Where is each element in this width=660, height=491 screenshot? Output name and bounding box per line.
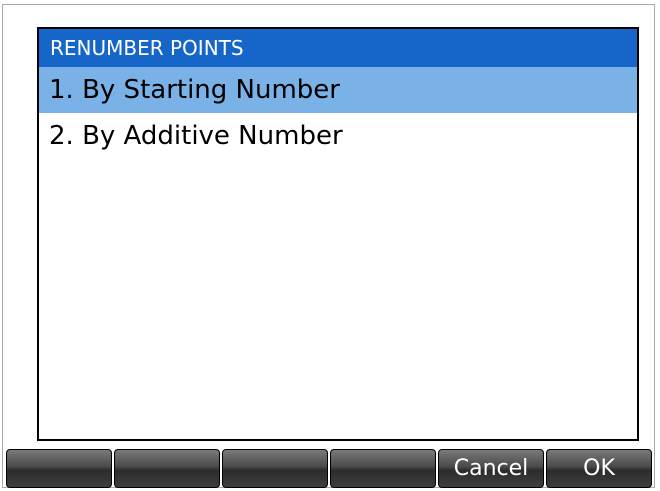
softkey-4[interactable] — [330, 449, 436, 488]
softkey-2[interactable] — [114, 449, 220, 488]
menu-item-by-additive-number[interactable]: 2. By Additive Number — [39, 113, 637, 159]
menu-list: 1. By Starting Number 2. By Additive Num… — [39, 67, 637, 159]
ok-button[interactable]: OK — [546, 449, 652, 488]
cancel-button[interactable]: Cancel — [438, 449, 544, 488]
softkey-3[interactable] — [222, 449, 328, 488]
calculator-screen: RENUMBER POINTS 1. By Starting Number 2.… — [2, 4, 655, 488]
softkey-bar: Cancel OK — [6, 449, 652, 488]
softkey-1[interactable] — [6, 449, 112, 488]
dialog-title: RENUMBER POINTS — [39, 29, 637, 67]
menu-item-by-starting-number[interactable]: 1. By Starting Number — [39, 67, 637, 113]
renumber-points-dialog: RENUMBER POINTS 1. By Starting Number 2.… — [37, 27, 639, 441]
